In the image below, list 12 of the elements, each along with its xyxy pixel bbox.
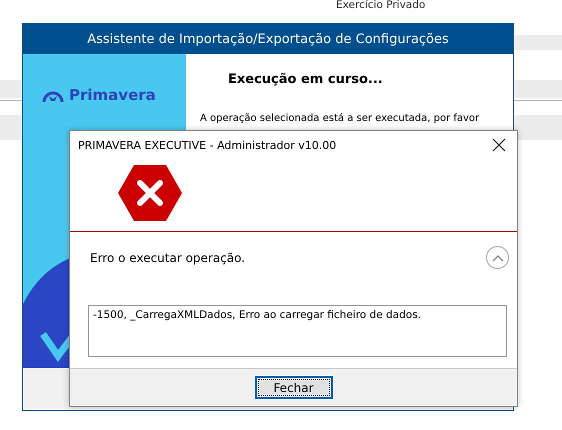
collapse-button[interactable]: [486, 246, 509, 269]
close-button[interactable]: [491, 137, 507, 153]
chevron-up-icon: [492, 254, 504, 262]
window-title: Assistente de Importação/Exportação de Configurações: [23, 24, 513, 54]
error-message: Erro o executar operação.: [90, 250, 246, 264]
error-icon: [118, 165, 182, 221]
details-field[interactable]: -1500, _CarregaXMLDados, Erro ao carregar ficheiro de dados.: [88, 305, 507, 357]
heading: Execução em curso...: [228, 72, 384, 87]
logo-text: Primavera: [69, 86, 156, 104]
close-dialog-button[interactable]: Fechar: [254, 376, 332, 399]
dialog-title: PRIMAVERA EXECUTIVE - Administrador v10.00: [78, 138, 336, 152]
status-message: A operação selecionada está a ser executada, por favor: [200, 113, 480, 124]
